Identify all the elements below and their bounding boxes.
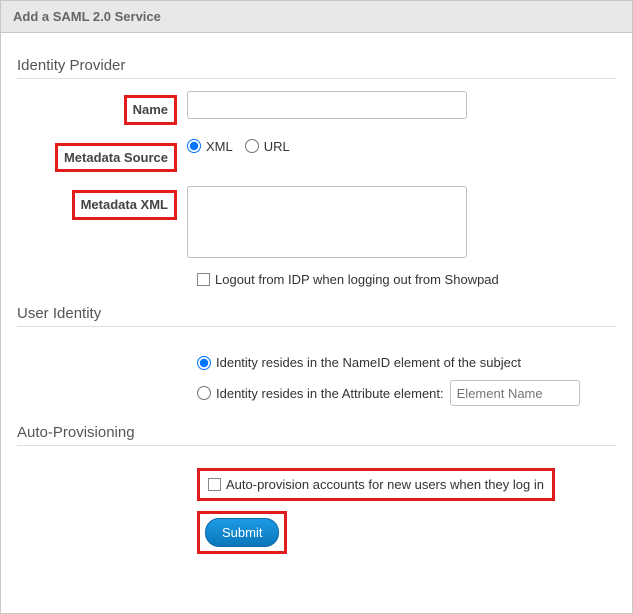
identity-nameid-label: Identity resides in the NameID element o… [216,355,521,370]
metadata-source-xml-label: XML [206,139,233,154]
field-col [187,186,616,258]
auto-provision-highlight: Auto-provision accounts for new users wh… [197,468,555,501]
section-rule [17,78,616,79]
dialog-content: Identity Provider Name Metadata Source X… [1,33,632,580]
section-rule [17,445,616,446]
identity-attribute-radio[interactable] [197,386,211,400]
metadata-source-url[interactable]: URL [245,139,290,154]
identity-nameid-radio[interactable] [197,356,211,370]
name-input[interactable] [187,91,467,119]
saml-service-dialog: Add a SAML 2.0 Service Identity Provider… [0,0,633,614]
section-heading-user-identity: User Identity [17,305,616,322]
logout-row: Logout from IDP when logging out from Sh… [17,272,616,287]
metadata-xml-textarea[interactable] [187,186,467,258]
metadata-source-xml[interactable]: XML [187,139,233,154]
identity-attribute-option[interactable]: Identity resides in the Attribute elemen… [197,386,444,401]
identity-attribute-label: Identity resides in the Attribute elemen… [216,386,444,401]
user-identity-options: Identity resides in the NameID element o… [17,339,616,406]
logout-checkbox-item[interactable]: Logout from IDP when logging out from Sh… [197,272,499,287]
dialog-title: Add a SAML 2.0 Service [1,1,632,33]
label-col: Metadata XML [17,186,187,220]
row-name: Name [17,91,616,125]
logout-label: Logout from IDP when logging out from Sh… [215,272,499,287]
section-rule [17,326,616,327]
row-metadata-xml: Metadata XML [17,186,616,258]
logout-checkbox[interactable] [197,273,210,286]
metadata-xml-label: Metadata XML [72,190,177,220]
attribute-element-name-input[interactable] [450,380,580,406]
section-heading-idp: Identity Provider [17,57,616,74]
auto-provision-label: Auto-provision accounts for new users wh… [226,477,544,492]
auto-provision-checkbox-item[interactable]: Auto-provision accounts for new users wh… [208,477,544,492]
field-col: XML URL [187,139,616,154]
metadata-source-label: Metadata Source [55,143,177,173]
auto-provisioning-block: Auto-provision accounts for new users wh… [17,458,616,554]
metadata-source-url-label: URL [264,139,290,154]
identity-nameid-option[interactable]: Identity resides in the NameID element o… [197,355,521,370]
auto-provision-checkbox[interactable] [208,478,221,491]
label-col: Metadata Source [17,139,187,173]
label-col: Name [17,91,187,125]
field-col [187,91,616,119]
submit-highlight: Submit [197,511,287,554]
name-label: Name [124,95,177,125]
metadata-source-xml-radio[interactable] [187,139,201,153]
row-metadata-source: Metadata Source XML URL [17,139,616,173]
submit-button[interactable]: Submit [205,518,279,547]
metadata-source-url-radio[interactable] [245,139,259,153]
section-heading-auto-provisioning: Auto-Provisioning [17,424,616,441]
